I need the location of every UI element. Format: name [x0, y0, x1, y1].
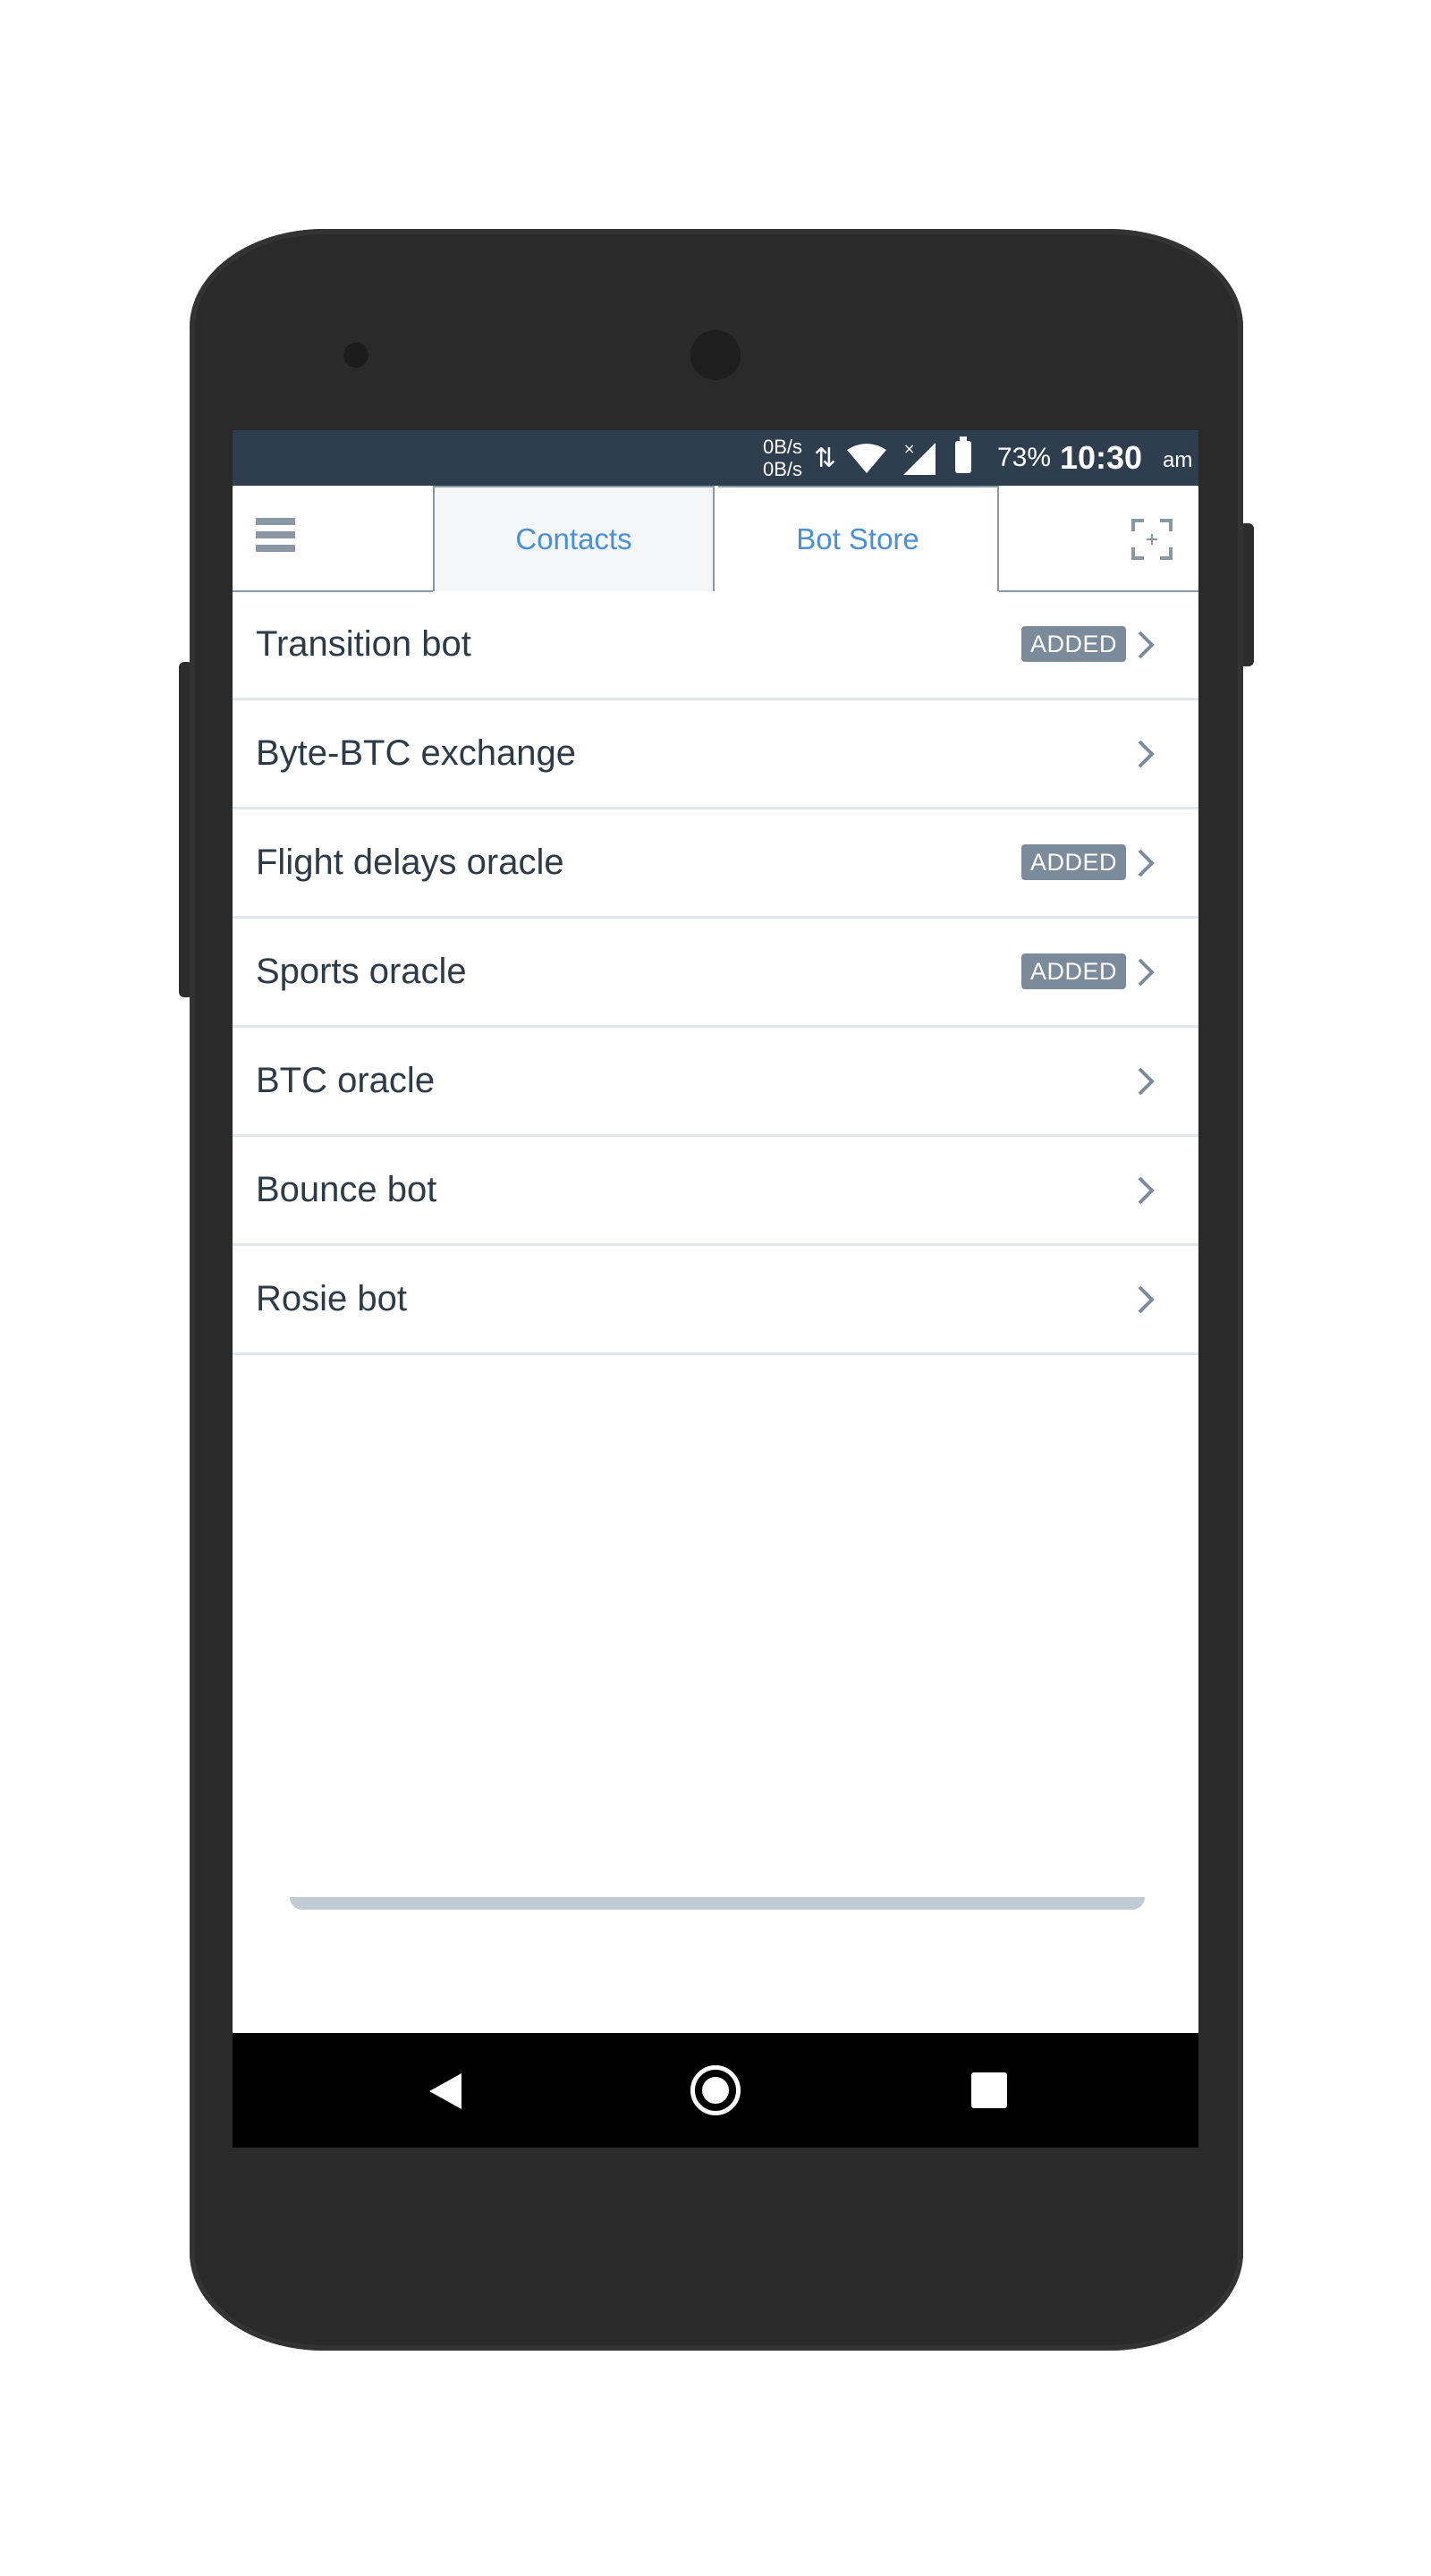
- bot-name: Bounce bot: [256, 1170, 437, 1209]
- tab-label: Bot Store: [796, 522, 919, 555]
- hamburger-icon[interactable]: [256, 518, 295, 557]
- added-badge: ADDED: [1021, 953, 1127, 989]
- system-navigation-bar: [233, 2033, 1198, 2148]
- bottom-overscroll-indicator: [290, 1897, 1145, 1910]
- list-item[interactable]: Rosie bot: [233, 1246, 1198, 1355]
- tab-bot-store[interactable]: Bot Store: [718, 486, 999, 591]
- bot-list: Transition bot ADDED Byte-BTC exchange F…: [233, 591, 1198, 1355]
- chevron-right-icon: [1138, 1285, 1155, 1314]
- chevron-right-icon: [1138, 631, 1155, 659]
- list-item[interactable]: BTC oracle: [233, 1028, 1198, 1137]
- data-transfer-icon: ⇅: [814, 444, 837, 473]
- bot-name: Rosie bot: [256, 1279, 407, 1318]
- list-item[interactable]: Flight delays oracle ADDED: [233, 809, 1198, 919]
- battery-icon: [955, 436, 971, 473]
- recent-square-icon[interactable]: [971, 2072, 1007, 2108]
- added-badge: ADDED: [1021, 626, 1127, 662]
- svg-text:×: ×: [903, 441, 915, 457]
- chevron-right-icon: [1138, 958, 1155, 987]
- download-speed: 0B/s: [763, 458, 803, 480]
- clock-ampm: am: [1163, 448, 1193, 472]
- tab-label: Contacts: [515, 522, 632, 555]
- signal-icon: ×: [903, 441, 936, 475]
- app-header: Contacts Bot Store: [233, 486, 1198, 592]
- clock-time: 10:30: [1060, 439, 1143, 476]
- back-triangle-icon[interactable]: [426, 2071, 465, 2112]
- wifi-icon: [847, 444, 886, 473]
- upload-speed: 0B/s: [763, 436, 803, 458]
- bot-name: Sports oracle: [256, 952, 467, 991]
- added-badge: ADDED: [1021, 844, 1127, 880]
- chevron-right-icon: [1138, 740, 1155, 768]
- front-camera: [690, 330, 741, 380]
- tab-contacts[interactable]: Contacts: [433, 486, 715, 591]
- list-item[interactable]: Bounce bot: [233, 1137, 1198, 1246]
- network-speed: 0B/s 0B/s: [763, 436, 802, 480]
- chevron-right-icon: [1138, 1176, 1155, 1205]
- sensor-dot: [343, 343, 368, 368]
- bot-name: Flight delays oracle: [256, 843, 564, 882]
- bot-name: BTC oracle: [256, 1061, 436, 1100]
- phone-screen: 0B/s 0B/s ⇅ × 73% 10:30 am Contacts Bot …: [233, 430, 1198, 2148]
- chevron-right-icon: [1138, 1067, 1155, 1096]
- bot-name: Byte-BTC exchange: [256, 733, 576, 773]
- status-bar: 0B/s 0B/s ⇅ × 73% 10:30 am: [233, 430, 1198, 486]
- scan-qr-icon[interactable]: [1131, 519, 1173, 560]
- list-item[interactable]: Transition bot ADDED: [233, 591, 1198, 700]
- battery-percent: 73%: [997, 443, 1052, 472]
- chevron-right-icon: [1138, 849, 1155, 877]
- home-circle-icon[interactable]: [690, 2065, 741, 2115]
- list-item[interactable]: Byte-BTC exchange: [233, 700, 1198, 809]
- list-item[interactable]: Sports oracle ADDED: [233, 919, 1198, 1028]
- bot-name: Transition bot: [256, 624, 471, 664]
